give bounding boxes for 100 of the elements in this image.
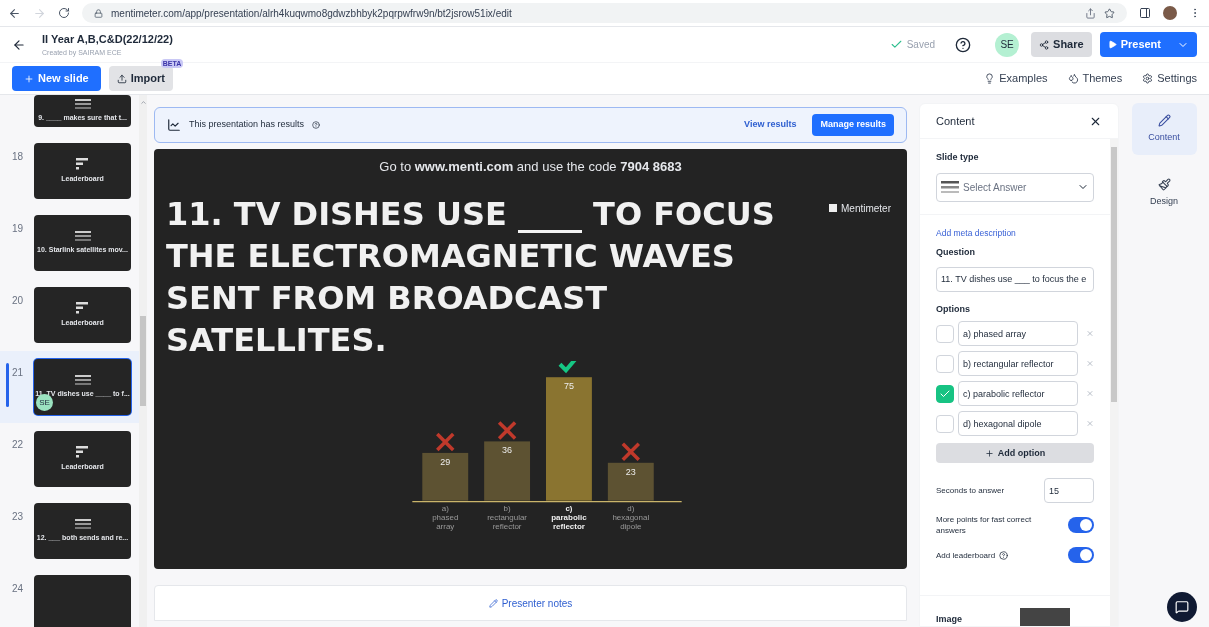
logo-icon	[829, 204, 837, 212]
address-bar[interactable]: mentimeter.com/app/presentation/alrh4kuqwmo8gdwzbhbyk2pqrpwfrw9n/bt2jsrow51ix/edit	[82, 3, 1127, 23]
settings-icon	[1142, 73, 1154, 84]
list-icon	[74, 374, 91, 385]
toggle-label: More points for fast correct answers	[936, 514, 1033, 537]
rail-tab[interactable]: Design	[1131, 167, 1197, 219]
rail-tab-label: Design	[1150, 194, 1178, 208]
toggle-label: Add leaderboard	[936, 549, 996, 561]
help-icon[interactable]	[955, 36, 972, 53]
option-field[interactable]: b) rectangular reflector	[958, 351, 1078, 377]
slide-number: 19	[12, 223, 24, 234]
pencil-icon	[488, 598, 498, 608]
rail-tab-label: Content	[1148, 130, 1180, 144]
view-results-link[interactable]: View results	[744, 118, 797, 132]
category-label: b) rectangular reflector	[487, 503, 528, 531]
slide-type-label: Slide type	[936, 151, 980, 164]
seconds-field[interactable]: 15	[1044, 478, 1094, 504]
list-icon	[941, 181, 959, 193]
pencil-icon	[1157, 113, 1171, 127]
upload-icon	[116, 73, 127, 84]
reload-icon[interactable]	[58, 7, 70, 19]
leaderboard-icon	[75, 301, 90, 314]
slide-number: 24	[12, 583, 24, 594]
correct-checkbox[interactable]	[936, 354, 954, 373]
list-icon	[74, 518, 91, 529]
rail-tab[interactable]: Content	[1131, 103, 1197, 155]
url-text: mentimeter.com/app/presentation/alrh4kuqwmo8gdwzbhbyk2pqrpwfrw9n/bt2jsrow51ix/edit	[111, 6, 512, 21]
star-icon[interactable]	[1104, 7, 1115, 19]
options-label: Options	[936, 302, 971, 316]
plus-icon	[984, 448, 994, 458]
user-avatar[interactable]: SE	[995, 32, 1020, 57]
toolbar-link[interactable]: Examples	[984, 70, 1048, 87]
panel-title: Content	[936, 113, 976, 129]
option-field[interactable]: c) parabolic reflector	[958, 381, 1078, 407]
option-field[interactable]: a) phased array	[958, 321, 1078, 347]
slide-type-value: Select Answer	[963, 180, 1028, 195]
seconds-label: Seconds to answer	[936, 484, 1006, 497]
toolbar-link[interactable]: Settings	[1142, 70, 1197, 87]
check-icon	[889, 38, 903, 51]
category-label: c) parabolic reflector	[551, 503, 587, 531]
present-label[interactable]: Present	[1099, 36, 1169, 53]
slide-type-dropdown[interactable]: Select Answer	[936, 172, 1094, 202]
back-icon[interactable]	[12, 37, 26, 52]
result-bar	[607, 462, 654, 501]
presenter-notes-label: Presenter notes	[501, 596, 573, 611]
profile-avatar[interactable]	[1163, 6, 1177, 20]
slide-thumbnail[interactable]	[34, 575, 131, 627]
share-icon	[1039, 39, 1050, 50]
list-icon	[74, 230, 91, 241]
slide-question: 11. TV DISHES USE ____ TO FOCUS THE ELECTROMAGNETIC WAVES SENT FROM BROADCAST SATELLITES.	[166, 193, 776, 361]
toggle-switch[interactable]	[1068, 517, 1094, 534]
result-bar	[484, 440, 531, 501]
toolbar-link[interactable]: Themes	[1067, 70, 1123, 87]
question-label: Question	[936, 246, 976, 260]
share-button[interactable]: Share	[1031, 32, 1092, 57]
toggle-switch[interactable]	[1068, 547, 1094, 564]
banner-text: This presentation has results	[189, 118, 305, 132]
bar-value: 23	[625, 466, 636, 477]
correct-checkbox[interactable]	[936, 414, 954, 433]
category-label: d) hexagonal dipole	[612, 503, 650, 531]
correct-checkbox[interactable]	[936, 384, 954, 403]
leaderboard-icon	[75, 445, 90, 458]
play-icon	[1107, 40, 1117, 49]
plus-icon	[24, 73, 34, 84]
lightbulb-icon	[984, 73, 996, 84]
image-label: Image	[936, 612, 962, 626]
question-field[interactable]: 11. TV dishes use ___ to focus the e	[936, 266, 1094, 292]
droplet-icon	[1067, 73, 1079, 84]
option-field[interactable]: d) hexagonal dipole	[958, 411, 1078, 437]
slide-number: 18	[12, 151, 24, 162]
new-slide-button[interactable]: New slide	[12, 66, 101, 91]
import-button[interactable]: Import	[108, 66, 173, 91]
add-option-button[interactable]: Add option	[936, 443, 1094, 464]
chart-icon	[167, 118, 181, 132]
presentation-title[interactable]: II Year A,B,C&D(22/12/22)	[42, 31, 173, 48]
brush-icon	[1157, 177, 1171, 191]
correct-checkbox[interactable]	[936, 324, 954, 343]
lock-icon	[94, 8, 103, 18]
share-page-icon[interactable]	[1085, 7, 1096, 19]
chat-button[interactable]	[1167, 592, 1197, 622]
slide-number: 21	[12, 367, 24, 378]
present-button[interactable]: Present	[1099, 32, 1197, 57]
join-instructions: Go to www.menti.com and use the code 7904 8683	[378, 158, 683, 176]
image-thumbnail	[1020, 608, 1070, 626]
result-bar	[422, 452, 469, 501]
bar-value: 29	[440, 456, 451, 467]
back-icon[interactable]	[8, 6, 21, 20]
leaderboard-icon	[75, 157, 90, 170]
presenter-notes-bar[interactable]: Presenter notes	[154, 585, 907, 621]
slide-list-item[interactable]: 24	[0, 567, 139, 627]
bar-value: 75	[563, 380, 574, 391]
slide-number: 20	[12, 295, 24, 306]
category-label: a) phased array	[432, 503, 459, 531]
meta-description-link[interactable]: Add meta description	[936, 226, 1094, 240]
saved-status: Saved	[906, 38, 936, 52]
chat-icon	[1175, 600, 1189, 614]
slide-number: 22	[12, 439, 24, 450]
side-panel-icon[interactable]	[1139, 7, 1151, 19]
slide-number: 23	[12, 511, 24, 522]
manage-results-button[interactable]: Manage results	[812, 114, 894, 136]
